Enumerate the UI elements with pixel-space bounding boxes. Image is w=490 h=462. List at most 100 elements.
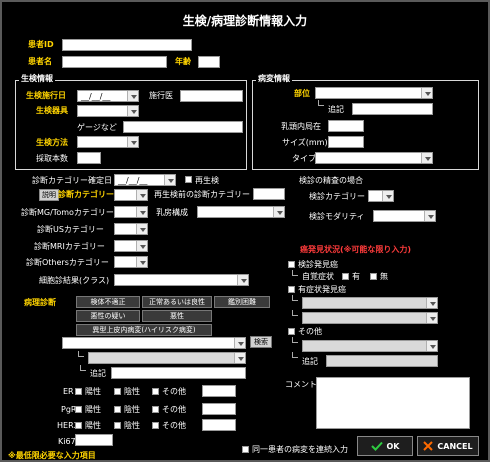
- search-button[interactable]: 検索: [250, 336, 272, 348]
- her2-positive-checkbox[interactable]: [75, 422, 82, 429]
- pgr-input[interactable]: [202, 403, 236, 415]
- biopsy-device-select[interactable]: [77, 105, 139, 117]
- type-select[interactable]: [315, 152, 433, 164]
- ki67-label: Ki67: [58, 437, 76, 446]
- biopsy-date-label: 生検施行日: [26, 91, 66, 100]
- pgr-other-checkbox[interactable]: [152, 406, 159, 413]
- followup-select-1[interactable]: [302, 297, 438, 309]
- chevron-down-icon: [421, 153, 432, 163]
- biopsy-date-picker[interactable]: __/__/__: [77, 90, 139, 102]
- category-date-picker[interactable]: __/__/__: [114, 174, 176, 186]
- size-input[interactable]: [328, 136, 364, 148]
- pathology-benign-button[interactable]: 正常あるいは良性: [142, 296, 212, 308]
- close-icon: [423, 441, 434, 451]
- cancel-button[interactable]: CANCEL: [417, 436, 479, 456]
- pathology-malignant-button[interactable]: 悪性: [142, 310, 212, 322]
- other-note-input[interactable]: [326, 355, 438, 367]
- ki67-input[interactable]: [75, 434, 113, 446]
- us-category-select[interactable]: [114, 223, 148, 235]
- mg-category-select[interactable]: [114, 206, 148, 218]
- breast-composition-label: 乳房構成: [156, 208, 188, 217]
- er-negative-checkbox[interactable]: [114, 388, 121, 395]
- self-symptom-yes-checkbox[interactable]: [342, 273, 349, 280]
- her2-input[interactable]: [202, 419, 236, 431]
- mri-category-label: 診断MRIカテゴリー: [34, 242, 105, 251]
- chevron-down-icon: [426, 341, 437, 351]
- pathology-suspicious-button[interactable]: 悪性の疑い: [76, 310, 140, 322]
- chevron-down-icon: [136, 190, 147, 200]
- checkmark-icon: [370, 441, 383, 451]
- us-category-label: 診断USカテゴリー: [37, 225, 104, 234]
- other-label: その他: [298, 327, 322, 336]
- other-select[interactable]: [302, 340, 438, 352]
- chevron-down-icon: [136, 257, 147, 267]
- patient-id-input[interactable]: [62, 39, 192, 51]
- her2-negative-checkbox[interactable]: [114, 422, 121, 429]
- self-symptom-yes-label: 有: [352, 272, 360, 281]
- exam-modality-select[interactable]: [373, 210, 436, 222]
- diagnosis-category-select[interactable]: [114, 189, 148, 201]
- gauge-input[interactable]: [123, 121, 243, 133]
- pathology-sub-select[interactable]: [88, 352, 246, 364]
- screening-checkbox[interactable]: [288, 261, 295, 268]
- samples-input[interactable]: [77, 152, 101, 164]
- site-note-input[interactable]: [352, 103, 433, 115]
- pre-rebiopsy-input[interactable]: [253, 188, 285, 200]
- discovery-title: 癌発見状況(※可能な限り入力): [300, 245, 412, 254]
- same-patient-checkbox[interactable]: [242, 446, 249, 453]
- exam-category-select[interactable]: [368, 190, 394, 202]
- patient-name-input[interactable]: [62, 56, 167, 68]
- pathology-indeterminate-button[interactable]: 鑑別困難: [214, 296, 270, 308]
- pathology-select[interactable]: [62, 337, 246, 349]
- er-input[interactable]: [202, 385, 236, 397]
- pathology-inadequate-button[interactable]: 検体不適正: [76, 296, 140, 308]
- pathology-label: 病理診断: [24, 298, 56, 307]
- other-note-label: 追記: [302, 357, 318, 366]
- er-positive-label: 陽性: [85, 387, 101, 396]
- chevron-down-icon: [127, 91, 138, 101]
- operator-input[interactable]: [180, 90, 243, 102]
- distance-input[interactable]: [328, 120, 364, 132]
- chevron-down-icon: [237, 275, 248, 285]
- pathology-note-input[interactable]: [111, 367, 246, 379]
- her2-other-label: その他: [162, 421, 186, 430]
- rebiopsy-label: 再生検: [195, 176, 219, 185]
- comment-textarea[interactable]: [316, 377, 470, 429]
- mri-category-select[interactable]: [114, 240, 148, 252]
- tree-connector: [292, 310, 298, 316]
- required-note: ※最低限必要な入力項目: [8, 451, 96, 460]
- gauge-label: ゲージなど: [77, 123, 117, 132]
- er-other-label: その他: [162, 387, 186, 396]
- chevron-down-icon: [136, 241, 147, 251]
- followup-checkbox[interactable]: [288, 286, 295, 293]
- pgr-negative-label: 陰性: [124, 405, 140, 414]
- pathology-atypia-button[interactable]: 異型上皮内病変(ハイリスク病変): [76, 324, 212, 336]
- biopsy-legend: 生検情報: [19, 74, 55, 84]
- biopsy-method-select[interactable]: [77, 136, 139, 148]
- chevron-down-icon: [164, 175, 175, 185]
- explain-button[interactable]: 説明: [39, 189, 59, 201]
- er-positive-checkbox[interactable]: [75, 388, 82, 395]
- self-symptom-no-checkbox[interactable]: [370, 273, 377, 280]
- site-select[interactable]: [315, 87, 433, 99]
- lesion-legend: 病変情報: [256, 74, 292, 84]
- cytology-select[interactable]: [114, 274, 249, 286]
- age-input[interactable]: [198, 56, 220, 68]
- site-label: 部位: [294, 89, 310, 98]
- ok-button[interactable]: OK: [357, 436, 413, 456]
- followup-select-2[interactable]: [302, 312, 438, 324]
- er-other-checkbox[interactable]: [152, 388, 159, 395]
- samples-label: 採取本数: [36, 154, 68, 163]
- pgr-positive-checkbox[interactable]: [75, 406, 82, 413]
- tree-connector: [292, 270, 298, 276]
- category-date-label: 診断カテゴリー確定日: [32, 176, 112, 185]
- pgr-negative-checkbox[interactable]: [114, 406, 121, 413]
- exam-category-label: 検診カテゴリー: [309, 192, 365, 201]
- rebiopsy-checkbox[interactable]: [185, 176, 192, 183]
- breast-composition-select[interactable]: [197, 206, 285, 218]
- others-category-select[interactable]: [114, 256, 148, 268]
- her2-other-checkbox[interactable]: [152, 422, 159, 429]
- other-checkbox[interactable]: [288, 328, 295, 335]
- chevron-down-icon: [421, 88, 432, 98]
- biopsy-method-label: 生検方法: [36, 138, 68, 147]
